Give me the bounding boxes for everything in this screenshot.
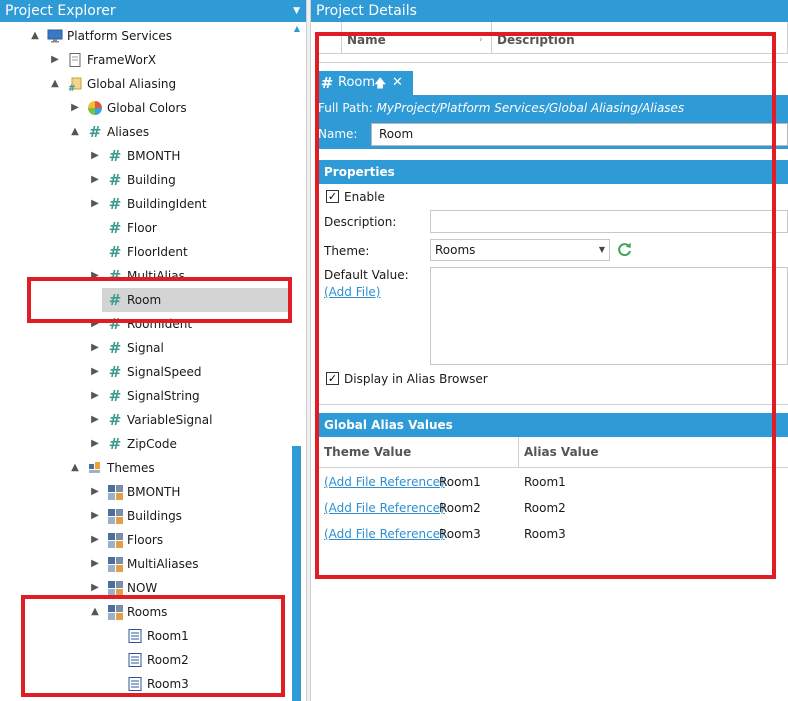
highlight-box-room <box>27 277 292 323</box>
hash-icon: # <box>88 123 102 141</box>
collapsed-arrow-icon[interactable]: ▶ <box>90 432 100 456</box>
collapsed-arrow-icon[interactable]: ▶ <box>90 336 100 360</box>
collapsed-arrow-icon[interactable]: ▶ <box>90 360 100 384</box>
tree-item-label: FloorIdent <box>127 245 188 259</box>
tree-item-label: VariableSignal <box>127 413 213 427</box>
tree-item[interactable]: ▶ # BuildingIdent <box>0 192 290 216</box>
collapsed-arrow-icon[interactable]: ▶ <box>90 384 100 408</box>
tree-item-label: Buildings <box>127 509 182 523</box>
tree-item[interactable]: ▶ # BMONTH <box>0 144 290 168</box>
tree-item[interactable]: ▶ # ZipCode <box>0 432 290 456</box>
panel-menu-arrow-icon[interactable]: ▼ <box>293 0 300 22</box>
project-details-header: Project Details <box>311 0 788 22</box>
theme-icon <box>107 532 123 548</box>
tree-item-label: BMONTH <box>127 149 181 163</box>
tree-item[interactable]: ▲ # Aliases <box>0 120 290 144</box>
tree-item[interactable]: ▶ # Building <box>0 168 290 192</box>
highlight-box-rooms <box>21 595 285 697</box>
tree-item[interactable]: ▲ # Global Aliasing <box>0 72 290 96</box>
hash-icon: # <box>108 339 122 357</box>
tree-item[interactable]: ▶ MultiAliases <box>0 552 290 576</box>
hash-icon: # <box>108 411 122 429</box>
monitor-icon <box>47 28 63 44</box>
tree-item[interactable]: ▶ FrameWorX <box>0 48 290 72</box>
document-icon <box>67 52 83 68</box>
tree-item-label: Aliases <box>107 125 150 139</box>
tree-item[interactable]: ▲ Themes <box>0 456 290 480</box>
collapsed-arrow-icon[interactable]: ▶ <box>90 480 100 504</box>
themes-folder-icon <box>87 460 103 476</box>
expanded-arrow-icon[interactable]: ▲ <box>30 24 40 48</box>
scroll-up-icon[interactable]: ▲ <box>291 24 303 34</box>
theme-icon <box>107 580 123 596</box>
tree-item-label: MultiAliases <box>127 557 199 571</box>
project-explorer-title: Project Explorer <box>5 3 116 19</box>
tree-item[interactable]: ▶ # VariableSignal <box>0 408 290 432</box>
tree-item-label: Floors <box>127 533 164 547</box>
tree-item-label: Platform Services <box>67 29 173 43</box>
tree-item-label: SignalSpeed <box>127 365 202 379</box>
project-explorer-header: Project Explorer ▼ <box>0 0 306 22</box>
hash-icon: # <box>108 243 122 261</box>
collapsed-arrow-icon[interactable]: ▶ <box>90 144 100 168</box>
expanded-arrow-icon[interactable]: ▲ <box>70 456 80 480</box>
hash-icon: # <box>108 147 122 165</box>
tree-item[interactable]: ▶ # Signal <box>0 336 290 360</box>
collapsed-arrow-icon[interactable]: ▶ <box>90 192 100 216</box>
tree-item[interactable]: ▶ Floors <box>0 528 290 552</box>
tree-item[interactable]: ▶ # SignalSpeed <box>0 360 290 384</box>
tree-item[interactable]: ▶ BMONTH <box>0 480 290 504</box>
svg-text:#: # <box>68 84 76 92</box>
expanded-arrow-icon[interactable]: ▲ <box>50 72 60 96</box>
tree-item-label: Themes <box>107 461 155 475</box>
tree-item[interactable]: # Floor <box>0 216 290 240</box>
hash-icon: # <box>108 435 122 453</box>
collapsed-arrow-icon[interactable]: ▶ <box>50 48 60 72</box>
tree-item-label: Floor <box>127 221 157 235</box>
tree-item-label: Global Aliasing <box>87 77 177 91</box>
tree-item-label: Global Colors <box>107 101 187 115</box>
expanded-arrow-icon[interactable]: ▲ <box>70 120 80 144</box>
theme-icon <box>107 556 123 572</box>
project-details-title: Project Details <box>316 3 417 19</box>
collapsed-arrow-icon[interactable]: ▶ <box>90 552 100 576</box>
collapsed-arrow-icon[interactable]: ▶ <box>90 504 100 528</box>
color-wheel-icon <box>87 100 103 116</box>
tree-item[interactable]: ▶ Buildings <box>0 504 290 528</box>
hash-icon: # <box>108 387 122 405</box>
hash-icon: # <box>108 219 122 237</box>
panel-splitter[interactable] <box>306 0 311 701</box>
tree-item-label: BMONTH <box>127 485 181 499</box>
global-aliasing-icon: # <box>67 76 83 94</box>
tree-item-label: Building <box>127 173 176 187</box>
collapsed-arrow-icon[interactable]: ▶ <box>90 528 100 552</box>
collapsed-arrow-icon[interactable]: ▶ <box>70 96 80 120</box>
collapsed-arrow-icon[interactable]: ▶ <box>90 408 100 432</box>
tree-item[interactable]: ▶ # SignalString <box>0 384 290 408</box>
tree-item[interactable]: ▲ Platform Services <box>0 24 290 48</box>
tree-item-label: SignalString <box>127 389 200 403</box>
hash-icon: # <box>108 363 122 381</box>
tree-item[interactable]: ▶ Global Colors <box>0 96 290 120</box>
tree-item[interactable]: # FloorIdent <box>0 240 290 264</box>
tree-item-label: Signal <box>127 341 164 355</box>
collapsed-arrow-icon[interactable]: ▶ <box>90 168 100 192</box>
theme-icon <box>107 484 123 500</box>
tree-scrollbar-thumb[interactable] <box>292 446 301 701</box>
tree-item-label: BuildingIdent <box>127 197 207 211</box>
hash-icon: # <box>108 171 122 189</box>
highlight-box-details <box>315 32 776 579</box>
tree-item-label: FrameWorX <box>87 53 157 67</box>
theme-icon <box>107 508 123 524</box>
hash-icon: # <box>108 195 122 213</box>
tree-item-label: ZipCode <box>127 437 177 451</box>
